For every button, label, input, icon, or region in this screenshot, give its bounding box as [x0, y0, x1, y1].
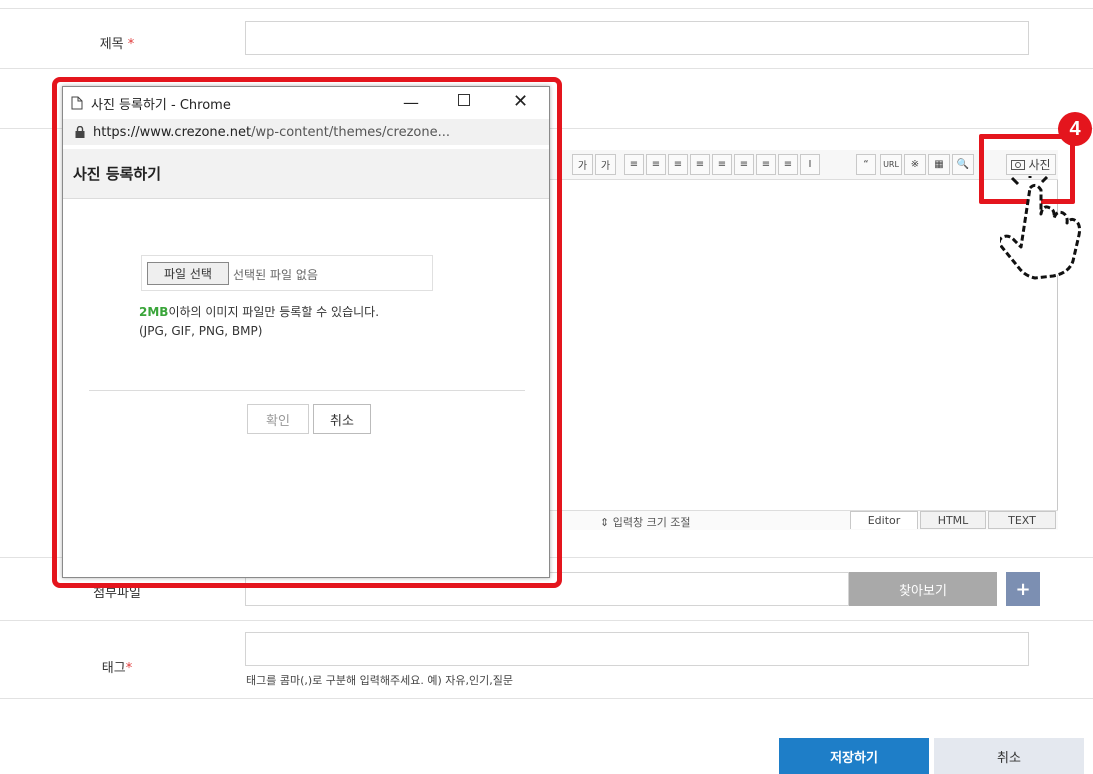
divider: [0, 698, 1093, 699]
popup-highlight: [52, 77, 562, 588]
indent-button[interactable]: ≡: [778, 154, 798, 175]
font-size-up-button[interactable]: 가: [572, 154, 593, 175]
add-file-button[interactable]: +: [1006, 572, 1040, 606]
tag-label: 태그*: [101, 661, 133, 676]
divider: [0, 8, 1093, 9]
unordered-list-button[interactable]: ≡: [734, 154, 754, 175]
special-char-button[interactable]: ※: [904, 154, 926, 175]
tag-input[interactable]: [245, 632, 1029, 666]
url-button[interactable]: URL: [880, 154, 902, 175]
save-button[interactable]: 저장하기: [779, 738, 929, 774]
align-left-button[interactable]: ≡: [624, 154, 644, 175]
ordered-list-button[interactable]: ≡: [712, 154, 732, 175]
align-justify-button[interactable]: ≡: [690, 154, 710, 175]
tab-editor[interactable]: Editor: [850, 511, 918, 529]
tab-html[interactable]: HTML: [920, 511, 986, 529]
hand-pointer-icon: [1000, 176, 1082, 280]
divider: [0, 68, 1093, 69]
align-right-button[interactable]: ≡: [668, 154, 688, 175]
cancel-button[interactable]: 취소: [934, 738, 1084, 774]
search-icon[interactable]: 🔍: [952, 154, 974, 175]
outdent-button[interactable]: ≡: [756, 154, 776, 175]
browse-button[interactable]: 찾아보기: [849, 572, 997, 606]
title-input[interactable]: [245, 21, 1029, 55]
table-button[interactable]: ▦: [928, 154, 950, 175]
tab-text[interactable]: TEXT: [988, 511, 1056, 529]
align-center-button[interactable]: ≡: [646, 154, 666, 175]
divider: [0, 620, 1093, 621]
quote-button[interactable]: “: [856, 154, 876, 175]
resize-handle[interactable]: ⇕ 입력창 크기 조절: [600, 514, 691, 530]
line-height-button[interactable]: I: [800, 154, 820, 175]
font-size-down-button[interactable]: 가: [595, 154, 616, 175]
editor-frame: [548, 150, 1058, 530]
step-badge: 4: [1058, 112, 1092, 146]
tag-hint: 태그를 콤마(,)로 구분해 입력해주세요. 예) 자유,인기,질문: [246, 674, 513, 687]
title-label: 제목 *: [99, 37, 135, 52]
